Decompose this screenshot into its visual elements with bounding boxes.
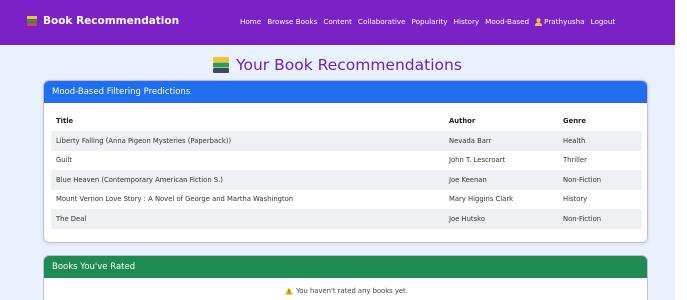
table-row: Liberty Falling (Anna Pigeon Mysteries (… (51, 131, 642, 151)
column-header-title: Title (56, 117, 74, 125)
page-title: Your Book Recommendations (236, 56, 462, 74)
cell-author: Joe Hutsko (449, 214, 485, 223)
mood-predictions-card: Mood-Based Filtering Predictions Title A… (43, 80, 648, 243)
cell-title: The Deal (56, 214, 87, 223)
cell-author: Nevada Barr (449, 136, 492, 145)
empty-state-message: You haven't rated any books yet. (44, 287, 647, 295)
nav-link-collaborative[interactable]: Collaborative (358, 17, 406, 26)
cell-genre: Thriller (563, 156, 587, 165)
column-header-author: Author (449, 117, 476, 125)
nav-link-home[interactable]: Home (240, 17, 261, 26)
cell-author: Mary Higgins Clark (449, 195, 514, 204)
cell-author: Joe Keenan (449, 175, 487, 184)
table-row: Blue Heaven (Contemporary American Ficti… (51, 170, 642, 190)
books-icon (213, 57, 230, 73)
nav-link-mood-based[interactable]: Mood-Based (485, 17, 529, 26)
nav-link-content[interactable]: Content (323, 17, 352, 26)
books-icon (27, 16, 37, 26)
cell-author: John T. Lescroart (449, 156, 506, 165)
cell-genre: Non-Fiction (563, 175, 602, 184)
warning-icon (285, 287, 294, 295)
window-edge (675, 0, 687, 300)
nav-link-history[interactable]: History (454, 17, 480, 26)
table-row: Mount Vernon Love Story : A Novel of Geo… (51, 190, 642, 210)
recommendations-table: Title Author Genre Liberty Falling (Anna… (51, 111, 642, 229)
rated-books-card: Books You've Rated You haven't rated any… (43, 255, 648, 300)
navbar: Book Recommendation Home Browse Books Co… (0, 0, 675, 45)
cell-title: Blue Heaven (Contemporary American Ficti… (56, 175, 223, 184)
table-header-row: Title Author Genre (51, 111, 642, 131)
user-icon (535, 17, 543, 26)
empty-message-text: You haven't rated any books yet. (296, 287, 408, 295)
brand-label: Book Recommendation (43, 15, 180, 27)
navbar-brand[interactable]: Book Recommendation (27, 15, 179, 27)
cell-title: Liberty Falling (Anna Pigeon Mysteries (… (56, 136, 232, 145)
cell-genre: History (563, 195, 588, 204)
nav-link-browse-books[interactable]: Browse Books (267, 17, 317, 26)
mood-card-header: Mood-Based Filtering Predictions (44, 81, 647, 103)
nav-link-popularity[interactable]: Popularity (412, 17, 448, 26)
page-background: Book Recommendation Home Browse Books Co… (0, 0, 675, 300)
rated-card-header: Books You've Rated (44, 256, 647, 278)
nav-user[interactable]: Prathyusha (535, 17, 585, 26)
cell-genre: Health (563, 136, 586, 145)
cell-genre: Non-Fiction (563, 214, 602, 223)
nav-links: Home Browse Books Content Collaborative … (240, 17, 615, 26)
cell-title: Guilt (56, 156, 73, 165)
logout-link[interactable]: Logout (591, 17, 616, 26)
table-row: The Deal Joe Hutsko Non-Fiction (51, 209, 642, 229)
page-heading: Your Book Recommendations (0, 56, 675, 74)
column-header-genre: Genre (563, 117, 586, 125)
cell-title: Mount Vernon Love Story : A Novel of Geo… (56, 195, 294, 204)
table-row: Guilt John T. Lescroart Thriller (51, 151, 642, 171)
user-name: Prathyusha (544, 17, 585, 26)
